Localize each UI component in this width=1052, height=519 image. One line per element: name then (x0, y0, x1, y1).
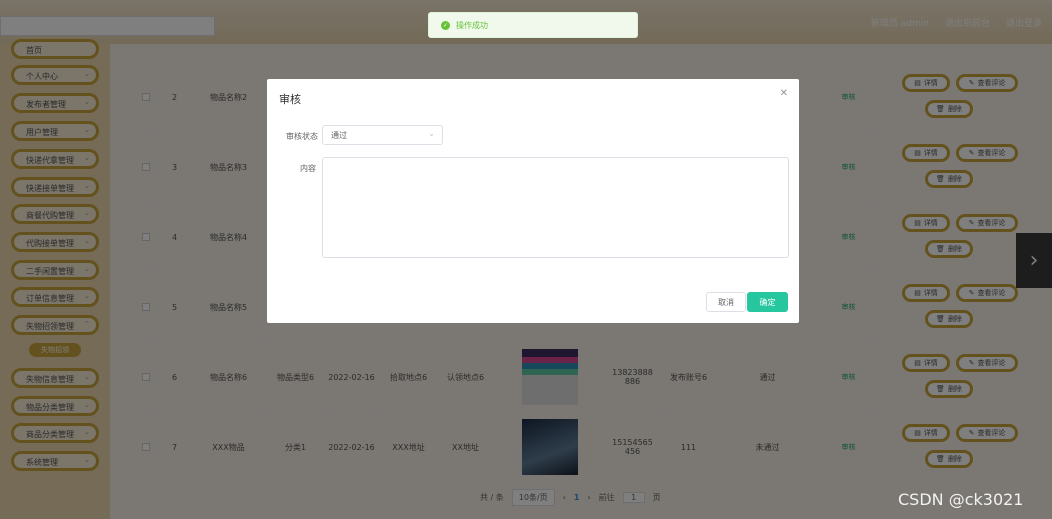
chevron-down-icon: ⌄ (428, 129, 435, 138)
content-textarea[interactable] (322, 157, 789, 258)
toast-message: 操作成功 (456, 20, 488, 30)
confirm-button[interactable]: 确定 (747, 292, 788, 312)
content-label: 内容 (300, 164, 316, 173)
status-select-value: 通过 (331, 131, 347, 140)
dialog-title: 审核 (279, 93, 301, 106)
success-toast: ✓ 操作成功 (428, 12, 638, 38)
check-circle-icon: ✓ (441, 20, 450, 30)
status-select[interactable]: 通过 ⌄ (322, 125, 443, 145)
status-label: 审核状态 (286, 132, 318, 141)
close-icon[interactable]: ✕ (780, 88, 788, 99)
audit-dialog: 审核 ✕ 审核状态 通过 ⌄ 内容 取消 确定 (267, 79, 799, 323)
cancel-button[interactable]: 取消 (706, 292, 746, 312)
watermark: CSDN @ck3021 (898, 490, 1024, 509)
